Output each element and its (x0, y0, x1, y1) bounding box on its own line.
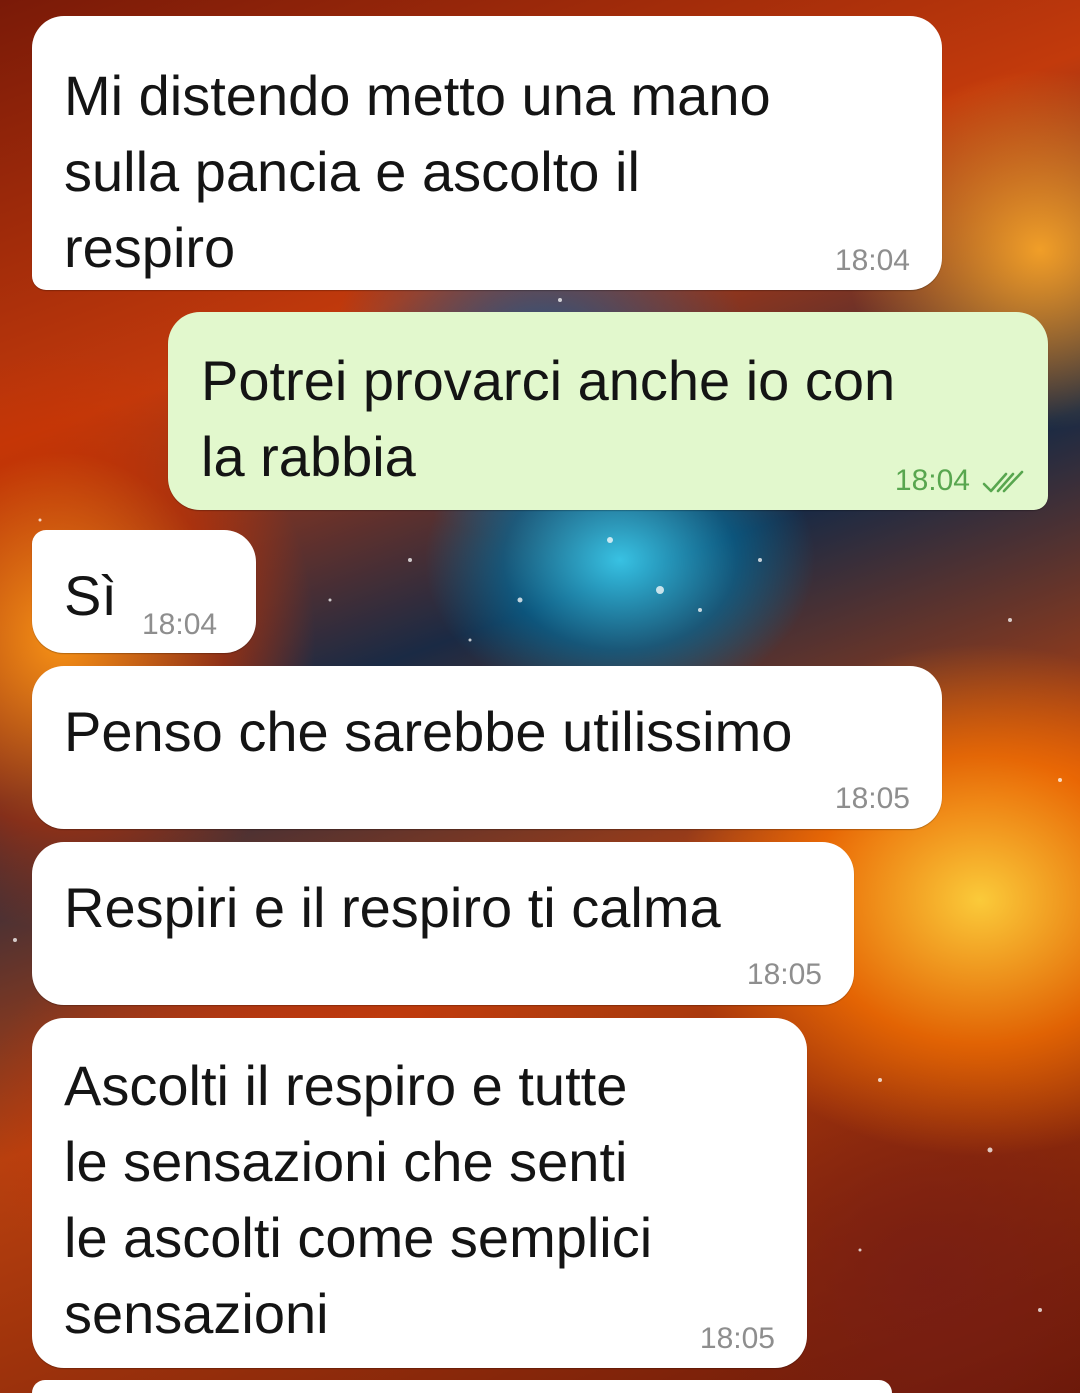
message-text: Potrei provarci anche io con la rabbia (201, 349, 896, 488)
message-text: Mi distendo metto una mano sulla pancia … (64, 64, 771, 279)
message-time: 18:04 (894, 464, 970, 497)
message-bubble-incoming[interactable]: Mi distendo metto una mano sulla pancia … (32, 16, 942, 290)
message-time: 18:05 (746, 958, 822, 991)
message-time: 18:04 (142, 608, 218, 641)
message-text: Ascolti il respiro e tutte le sensazioni… (64, 1054, 653, 1345)
message-bubble-incoming[interactable]: Penso che sarebbe utilissimo 18:05 (32, 666, 942, 829)
message-text: Sì (64, 564, 117, 627)
message-bubble-outgoing[interactable]: Potrei provarci anche io con la rabbia 1… (168, 312, 1048, 510)
message-time: 18:04 (834, 244, 910, 277)
message-bubble-incoming[interactable]: Sì 18:04 (32, 530, 256, 653)
message-bubble-incoming[interactable]: Respiri e il respiro ti calma 18:05 (32, 842, 854, 1005)
message-text: Respiri e il respiro ti calma (64, 876, 721, 939)
message-text: Penso che sarebbe utilissimo (64, 700, 793, 763)
message-bubble-incoming[interactable]: Ascolti il respiro e tutte le sensazioni… (32, 1018, 807, 1368)
message-bubble-partial[interactable] (32, 1380, 892, 1393)
double-check-read-icon (982, 470, 1024, 493)
message-time: 18:05 (834, 782, 910, 815)
message-time: 18:05 (699, 1322, 775, 1355)
